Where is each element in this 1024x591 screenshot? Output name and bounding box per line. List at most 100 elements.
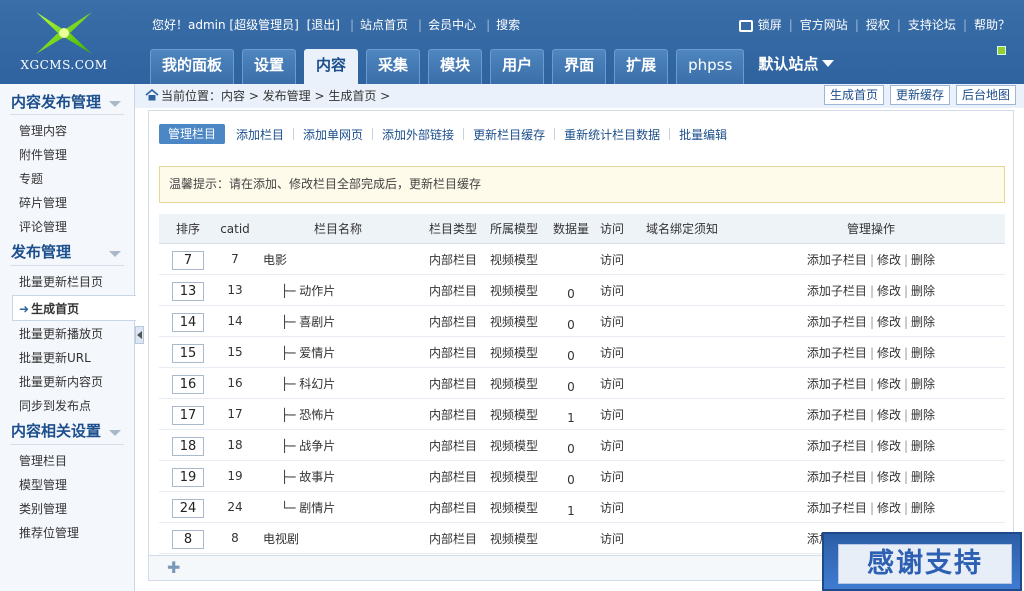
order-input[interactable]: 14 [172,312,204,332]
order-input[interactable]: 17 [172,405,204,425]
chevron-down-icon[interactable] [109,430,121,436]
delete-link[interactable]: 删除 [911,501,935,515]
edit-link[interactable]: 修改 [877,253,901,267]
logout-link[interactable]: [退出] [307,18,340,32]
sidebar-item-generate-home[interactable]: ➜ 生成首页 [12,295,136,321]
chevron-down-icon[interactable] [109,101,121,107]
sidebar-item-update-url[interactable]: 批量更新URL [0,346,134,370]
add-subcategory-link[interactable]: 添加子栏目 [807,346,867,360]
lock-screen-link[interactable]: 锁屏 [758,16,782,33]
plus-icon[interactable]: ✚ [167,558,180,577]
chevron-down-icon[interactable] [109,251,121,257]
sidebar-item-attachments[interactable]: 附件管理 [0,143,134,167]
search-link[interactable]: 搜索 [496,18,520,32]
edit-link[interactable]: 修改 [877,501,901,515]
delete-link[interactable]: 删除 [911,284,935,298]
add-subcategory-link[interactable]: 添加子栏目 [807,377,867,391]
sidebar-item-update-play-pages[interactable]: 批量更新播放页 [0,322,134,346]
delete-link[interactable]: 删除 [911,439,935,453]
edit-link[interactable]: 修改 [877,439,901,453]
sidebar-item-types[interactable]: 类别管理 [0,497,134,521]
sidebar-item-manage-content[interactable]: 管理内容 [0,119,134,143]
visit-link[interactable]: 访问 [597,530,627,547]
visit-link[interactable]: 访问 [597,313,627,330]
order-input[interactable]: 8 [172,529,204,549]
sidebar-section-content-settings[interactable]: 内容相关设置 [0,418,134,444]
delete-link[interactable]: 删除 [911,346,935,360]
sidebar-item-models[interactable]: 模型管理 [0,473,134,497]
delete-link[interactable]: 删除 [911,253,935,267]
add-subcategory-link[interactable]: 添加子栏目 [807,253,867,267]
visit-link[interactable]: 访问 [597,251,627,268]
order-input[interactable]: 16 [172,374,204,394]
batch-edit-link[interactable]: 批量编辑 [670,126,736,143]
tab-extend[interactable]: 扩展 [614,49,669,84]
add-subcategory-link[interactable]: 添加子栏目 [807,501,867,515]
official-site-link[interactable]: 官方网站 [800,16,848,33]
tab-my-panel[interactable]: 我的面板 [150,49,235,84]
add-single-page-link[interactable]: 添加单网页 [294,126,372,143]
delete-link[interactable]: 删除 [911,470,935,484]
update-cache-button[interactable]: 更新缓存 [889,85,950,105]
sidebar-section-content-publish[interactable]: 内容发布管理 [0,84,134,114]
visit-link[interactable]: 访问 [597,468,627,485]
visit-link[interactable]: 访问 [597,344,627,361]
delete-link[interactable]: 删除 [911,408,935,422]
site-selector[interactable]: 默认站点 [752,49,840,84]
visit-link[interactable]: 访问 [597,499,627,516]
update-category-cache-link[interactable]: 更新栏目缓存 [464,126,554,143]
add-category-link[interactable]: 添加栏目 [227,126,293,143]
add-subcategory-link[interactable]: 添加子栏目 [807,470,867,484]
sidebar-item-topics[interactable]: 专题 [0,167,134,191]
sidebar-item-comments[interactable]: 评论管理 [0,215,134,239]
site-home-link[interactable]: 站点首页 [360,18,408,32]
member-center-link[interactable]: 会员中心 [428,18,476,32]
visit-link[interactable]: 访问 [597,375,627,392]
tab-settings[interactable]: 设置 [242,49,297,84]
tab-collect[interactable]: 采集 [366,49,421,84]
edit-link[interactable]: 修改 [877,346,901,360]
tab-content[interactable]: 内容 [304,49,359,84]
sidebar-item-update-content-pages[interactable]: 批量更新内容页 [0,370,134,394]
order-input[interactable]: 7 [172,250,204,270]
delete-link[interactable]: 删除 [911,377,935,391]
edit-link[interactable]: 修改 [877,377,901,391]
order-input[interactable]: 18 [172,436,204,456]
auth-link[interactable]: 授权 [866,16,890,33]
visit-link[interactable]: 访问 [597,437,627,454]
order-input[interactable]: 24 [172,498,204,518]
manage-categories-tab[interactable]: 管理栏目 [159,124,226,144]
add-subcategory-link[interactable]: 添加子栏目 [807,315,867,329]
sidebar-item-fragments[interactable]: 碎片管理 [0,191,134,215]
sidebar-item-manage-categories[interactable]: 管理栏目 [0,449,134,473]
add-subcategory-link[interactable]: 添加子栏目 [807,408,867,422]
tab-modules[interactable]: 模块 [428,49,483,84]
generate-home-button[interactable]: 生成首页 [823,85,884,105]
edit-link[interactable]: 修改 [877,408,901,422]
edit-link[interactable]: 修改 [877,315,901,329]
sidebar-item-update-category-pages[interactable]: 批量更新栏目页 [0,270,134,294]
sidebar-item-positions[interactable]: 推荐位管理 [0,521,134,545]
edit-link[interactable]: 修改 [877,284,901,298]
visit-link[interactable]: 访问 [597,406,627,423]
logo[interactable]: XGCMS.COM [14,8,114,74]
order-input[interactable]: 15 [172,343,204,363]
add-subcategory-link[interactable]: 添加子栏目 [807,284,867,298]
admin-map-button[interactable]: 后台地图 [955,85,1016,105]
tab-phpss[interactable]: phpss [676,49,745,84]
forum-link[interactable]: 支持论坛 [908,16,956,33]
visit-link[interactable]: 访问 [597,282,627,299]
order-input[interactable]: 13 [172,281,204,301]
order-input[interactable]: 19 [172,467,204,487]
tab-users[interactable]: 用户 [490,49,545,84]
help-link[interactable]: 帮助？ [974,16,1010,33]
recount-category-data-link[interactable]: 重新统计栏目数据 [555,126,669,143]
sidebar-section-publish[interactable]: 发布管理 [0,239,134,265]
edit-link[interactable]: 修改 [877,470,901,484]
sidebar-item-sync-publish[interactable]: 同步到发布点 [0,394,134,418]
delete-link[interactable]: 删除 [911,315,935,329]
add-subcategory-link[interactable]: 添加子栏目 [807,439,867,453]
tab-interface[interactable]: 界面 [552,49,607,84]
add-external-link[interactable]: 添加外部链接 [373,126,463,143]
sidebar-collapse-handle[interactable] [135,326,144,344]
